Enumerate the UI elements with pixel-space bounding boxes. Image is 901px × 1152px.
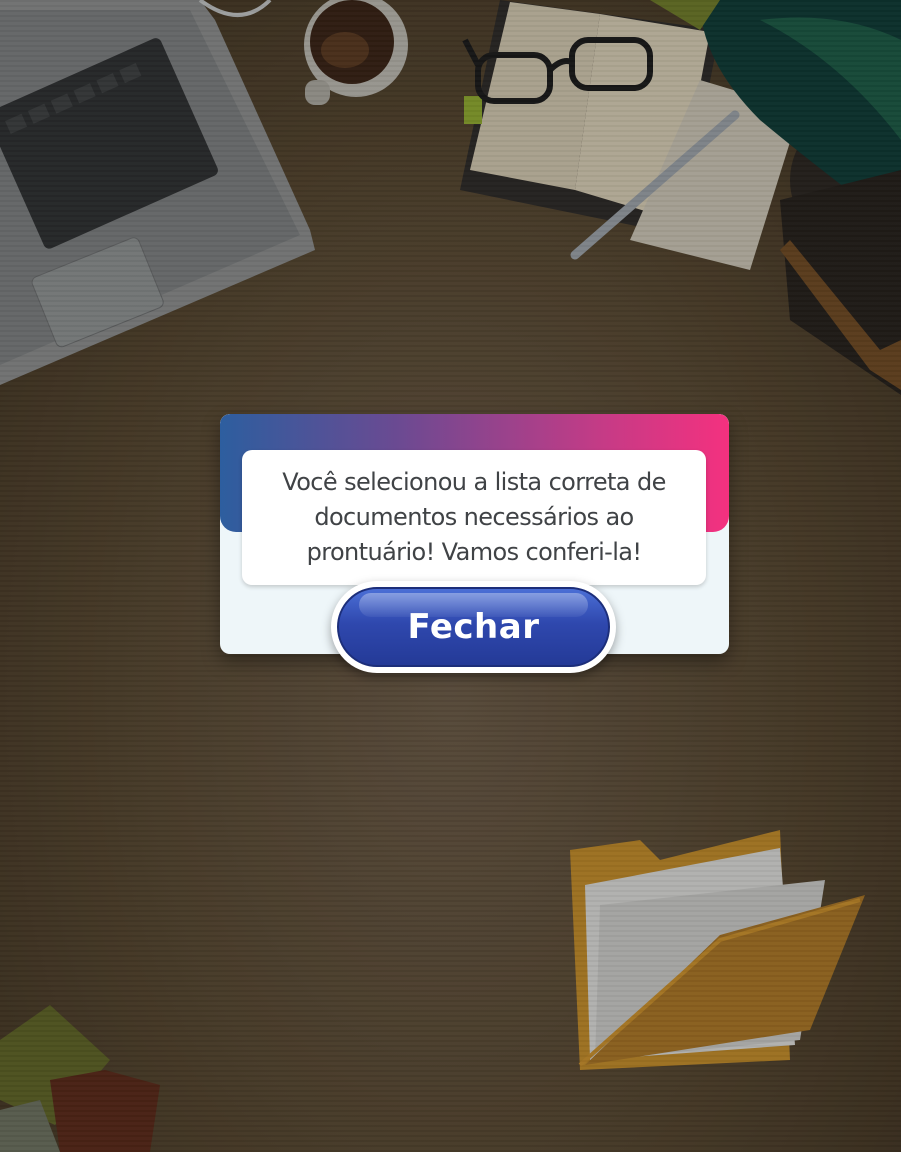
message-box: Você selecionou a lista correta de docum… [242,450,706,585]
feedback-dialog: Você selecionou a lista correta de docum… [220,414,729,673]
close-button-face[interactable]: Fechar [337,587,610,667]
close-button-label: Fechar [407,607,540,647]
dialog-message: Você selecionou a lista correta de docum… [282,468,666,566]
close-button[interactable]: Fechar [331,581,616,673]
